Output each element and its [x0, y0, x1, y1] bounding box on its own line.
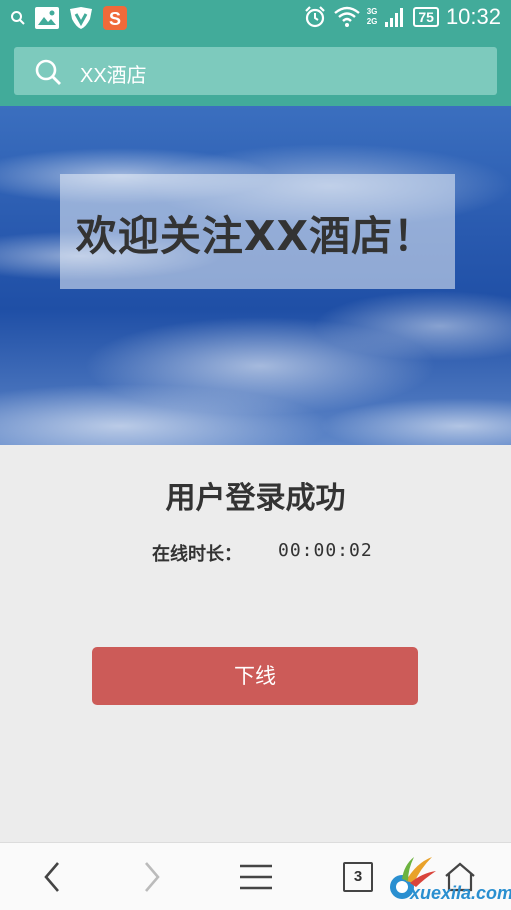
address-search-text: XX酒店: [80, 65, 147, 87]
status-time: 10:32: [445, 4, 501, 29]
watermark-text: xuexila.com: [410, 883, 511, 903]
battery-indicator: 75: [413, 7, 439, 27]
menu-button[interactable]: [232, 857, 280, 897]
online-duration-value: 00:00:02: [278, 540, 373, 561]
forward-button[interactable]: [128, 857, 176, 897]
tabs-count: 3: [343, 862, 373, 892]
status-notifications: S: [10, 5, 128, 31]
site-watermark: xuexila.com: [388, 853, 511, 909]
network-3g-label: 3G: [366, 7, 378, 16]
sky-banner: 欢迎关注XX酒店！: [0, 106, 511, 445]
status-system: 3G 2G 75 10:32: [303, 4, 501, 30]
tabs-button[interactable]: 3: [336, 857, 380, 897]
login-success-title: 用户登录成功: [165, 481, 346, 516]
search-icon: [35, 59, 61, 85]
network-type: 3G 2G: [367, 8, 378, 26]
address-search-bar[interactable]: XX酒店: [14, 47, 497, 95]
banner-title: 欢迎关注XX酒店！: [75, 212, 436, 260]
sogou-notification-icon: S: [103, 6, 127, 30]
signal-icon: [385, 8, 404, 27]
back-button[interactable]: [28, 857, 76, 897]
browser-top-bar: XX酒店: [0, 36, 511, 106]
network-2g-label: 2G: [366, 17, 378, 26]
alarm-icon: [304, 6, 325, 28]
search-notification-icon: [11, 11, 25, 25]
online-duration-label: 在线时长：: [152, 544, 242, 565]
wifi-icon: [333, 6, 360, 27]
logout-button[interactable]: 下线: [92, 647, 418, 705]
shield-notification-icon: [70, 7, 92, 29]
menu-icon: [240, 864, 272, 890]
svg-text:S: S: [109, 9, 121, 29]
chevron-right-icon: [145, 862, 160, 892]
status-bar: S 3G 2G 75 10:32: [0, 0, 511, 36]
chevron-left-icon: [44, 862, 59, 892]
gallery-notification-icon: [35, 7, 59, 29]
